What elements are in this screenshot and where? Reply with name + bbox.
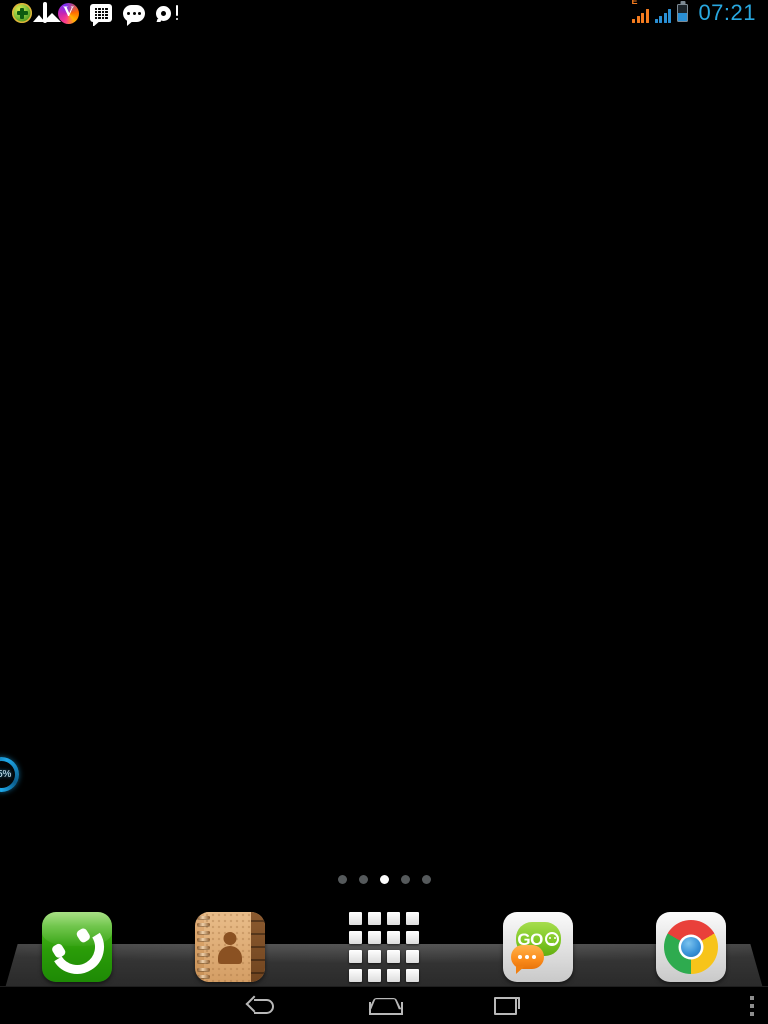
status-indicators[interactable]: E 07:21 (631, 0, 768, 26)
network-type-label: E (631, 0, 638, 6)
page-dot-5[interactable] (421, 875, 431, 884)
signal-sim2-icon (654, 3, 672, 23)
phone-icon[interactable] (41, 912, 112, 982)
home-button[interactable] (354, 987, 414, 1024)
chrome-icon[interactable] (656, 912, 727, 982)
battery-ring-gauge: 65% (0, 757, 19, 792)
home-page-indicator (0, 875, 768, 884)
page-dot-1[interactable] (337, 875, 347, 884)
wallpaper[interactable]: 65% Phone (0, 26, 768, 1012)
vidmate-icon[interactable] (58, 2, 79, 24)
navigation-bar (0, 986, 768, 1024)
alarm-alert-icon[interactable] (156, 4, 178, 22)
notification-icons[interactable] (0, 0, 178, 27)
recent-apps-button[interactable] (477, 987, 537, 1024)
messaging-icon[interactable] (123, 4, 145, 26)
page-dot-2[interactable] (358, 875, 368, 884)
menu-button[interactable] (750, 987, 754, 1024)
home-icon (368, 997, 403, 1015)
back-button[interactable] (231, 987, 291, 1024)
status-bar-clock: 07:21 (698, 0, 756, 25)
app-drawer-icon[interactable] (348, 912, 419, 982)
android-home-screen: E 07:21 65% (0, 0, 768, 1024)
page-dot-3-active[interactable] (379, 875, 389, 884)
battery-percent-label: 65% (0, 768, 12, 780)
signal-sim1-icon: E (631, 0, 649, 23)
battery-icon (677, 4, 689, 22)
recent-apps-icon (493, 997, 520, 1015)
go-sms-pro-icon[interactable]: GO (502, 912, 573, 982)
app-installer-icon[interactable] (12, 3, 32, 23)
battery-percent-widget[interactable]: 65% (0, 757, 19, 792)
people-icon[interactable] (195, 912, 266, 982)
bbm-icon[interactable] (90, 4, 112, 27)
page-dot-4[interactable] (400, 875, 410, 884)
gallery-icon[interactable] (43, 2, 47, 23)
back-icon (248, 997, 275, 1015)
status-bar[interactable]: E 07:21 (0, 0, 768, 27)
dock-item-app-drawer[interactable] (307, 912, 461, 989)
